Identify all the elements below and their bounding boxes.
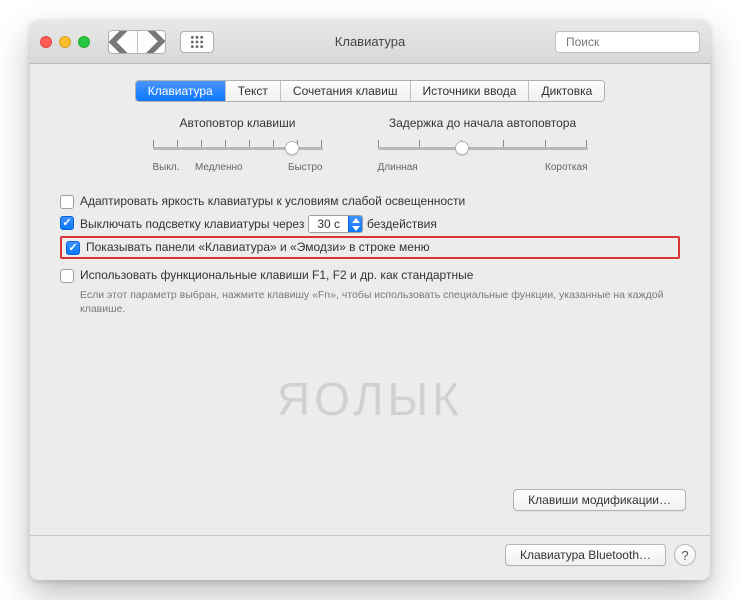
delay-short-label: Короткая	[545, 162, 587, 173]
opt-show-panels-highlighted[interactable]: Показывать панели «Клавиатура» и «Эмодзи…	[60, 236, 680, 259]
titlebar: Клавиатура	[30, 20, 710, 64]
prefs-window: Клавиатура Клавиатура Текст Сочетания кл…	[30, 20, 710, 580]
stepper-up-icon[interactable]	[349, 216, 362, 224]
delay-title: Задержка до начала автоповтора	[378, 116, 588, 130]
key-repeat-title: Автоповтор клавиши	[153, 116, 323, 130]
content-area: Автоповтор клавиши Выкл. Медленно Быстро…	[30, 112, 710, 535]
tab-keyboard[interactable]: Клавиатура	[136, 81, 225, 101]
checkbox-adapt[interactable]	[60, 195, 74, 209]
delay-long-label: Длинная	[378, 162, 418, 173]
delay-block: Задержка до начала автоповтора Длинная К…	[378, 116, 588, 173]
modifier-keys-button[interactable]: Клавиши модификации…	[513, 489, 686, 511]
opt-adapt-brightness[interactable]: Адаптировать яркость клавиатуры к услови…	[60, 191, 680, 212]
key-repeat-fast-label: Быстро	[288, 162, 322, 173]
back-button[interactable]	[109, 31, 137, 53]
zoom-icon[interactable]	[78, 36, 90, 48]
tab-shortcuts[interactable]: Сочетания клавиш	[280, 81, 410, 101]
help-button[interactable]: ?	[674, 544, 696, 566]
footer-lower: Клавиатура Bluetooth… ?	[30, 536, 710, 580]
sliders-row: Автоповтор клавиши Выкл. Медленно Быстро…	[50, 116, 690, 173]
opt-fn-keys[interactable]: Использовать функциональные клавиши F1, …	[60, 265, 680, 286]
opt-fnkeys-label: Использовать функциональные клавиши F1, …	[80, 268, 473, 282]
opt-backlight-post: бездействия	[367, 217, 437, 231]
nav-segment	[108, 30, 166, 54]
options-list: Адаптировать яркость клавиатуры к услови…	[60, 191, 680, 316]
search-input[interactable]	[566, 35, 710, 49]
checkbox-fnkeys[interactable]	[60, 269, 74, 283]
show-all-button[interactable]	[180, 31, 214, 53]
bluetooth-keyboard-button[interactable]: Клавиатура Bluetooth…	[505, 544, 666, 566]
watermark: ЯОЛЫК	[30, 372, 710, 426]
minimize-icon[interactable]	[59, 36, 71, 48]
opt-backlight-pre: Выключать подсветку клавиатуры через	[80, 217, 304, 231]
key-repeat-off-label: Выкл.	[153, 162, 180, 173]
close-icon[interactable]	[40, 36, 52, 48]
tab-input-sources[interactable]: Источники ввода	[410, 81, 529, 101]
grid-icon	[190, 35, 204, 49]
search-field[interactable]	[555, 31, 700, 53]
forward-button[interactable]	[137, 31, 165, 53]
backlight-delay-stepper[interactable]: 30 с	[308, 215, 363, 233]
opt-showpanel-label: Показывать панели «Клавиатура» и «Эмодзи…	[86, 240, 430, 254]
tabs-row: Клавиатура Текст Сочетания клавиш Источн…	[30, 64, 710, 112]
checkbox-showpanel[interactable]	[66, 241, 80, 255]
tab-text[interactable]: Текст	[225, 81, 280, 101]
window-controls	[40, 36, 90, 48]
key-repeat-slow-label: Медленно	[195, 162, 243, 173]
key-repeat-knob[interactable]	[285, 141, 299, 155]
delay-slider[interactable]	[378, 138, 588, 158]
tab-dictation[interactable]: Диктовка	[528, 81, 604, 101]
opt-fnkeys-help: Если этот параметр выбран, нажмите клави…	[80, 288, 680, 316]
stepper-down-icon[interactable]	[349, 224, 362, 232]
opt-backlight-off[interactable]: Выключать подсветку клавиатуры через 30 …	[60, 212, 680, 236]
checkbox-backlight[interactable]	[60, 216, 74, 230]
backlight-delay-value: 30 с	[309, 216, 348, 232]
key-repeat-block: Автоповтор клавиши Выкл. Медленно Быстро	[153, 116, 323, 173]
key-repeat-slider[interactable]	[153, 138, 323, 158]
delay-knob[interactable]	[455, 141, 469, 155]
opt-adapt-label: Адаптировать яркость клавиатуры к услови…	[80, 194, 465, 208]
footer-upper: Клавиши модификации…	[50, 489, 690, 521]
tabs-segment: Клавиатура Текст Сочетания клавиш Источн…	[135, 80, 606, 102]
